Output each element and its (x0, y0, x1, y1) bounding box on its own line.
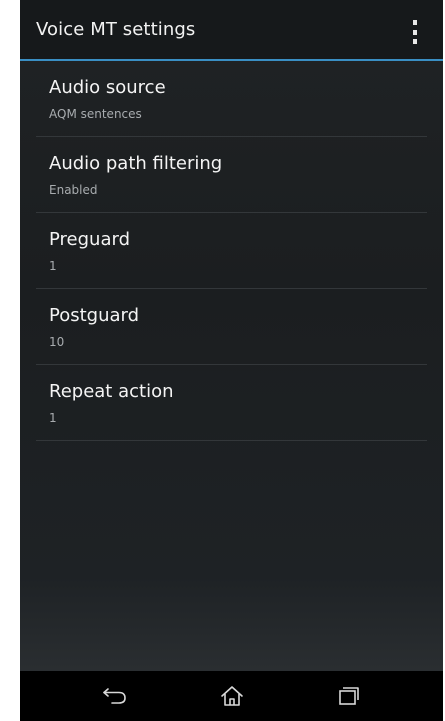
overflow-dot (413, 39, 417, 44)
settings-screen: Voice MT settings Audio source AQM sente… (20, 0, 443, 721)
pref-title: Repeat action (49, 381, 174, 402)
pref-title: Postguard (49, 305, 140, 326)
home-icon[interactable] (215, 682, 249, 710)
back-icon[interactable] (98, 682, 132, 710)
overflow-dot (413, 20, 417, 25)
pref-postguard[interactable]: Postguard 10 (20, 289, 443, 365)
navigation-bar (20, 671, 443, 721)
preference-list: Audio source AQM sentences Audio path fi… (20, 61, 443, 441)
pref-title: Audio source (49, 77, 166, 98)
action-bar: Voice MT settings (20, 0, 443, 61)
pref-audio-source[interactable]: Audio source AQM sentences (20, 61, 443, 137)
pref-summary: Enabled (49, 183, 98, 197)
pref-summary: 1 (49, 411, 57, 425)
recents-icon[interactable] (332, 682, 366, 710)
pref-summary: 10 (49, 335, 65, 349)
pref-summary: AQM sentences (49, 107, 142, 121)
pref-preguard[interactable]: Preguard 1 (20, 213, 443, 289)
page-title: Voice MT settings (36, 19, 196, 40)
pref-title: Preguard (49, 229, 130, 250)
pref-audio-path-filtering[interactable]: Audio path filtering Enabled (20, 137, 443, 213)
overflow-menu-icon[interactable] (407, 20, 423, 44)
pref-repeat-action[interactable]: Repeat action 1 (20, 365, 443, 441)
overflow-dot (413, 29, 417, 35)
pref-summary: 1 (49, 259, 57, 273)
pref-title: Audio path filtering (49, 153, 223, 174)
